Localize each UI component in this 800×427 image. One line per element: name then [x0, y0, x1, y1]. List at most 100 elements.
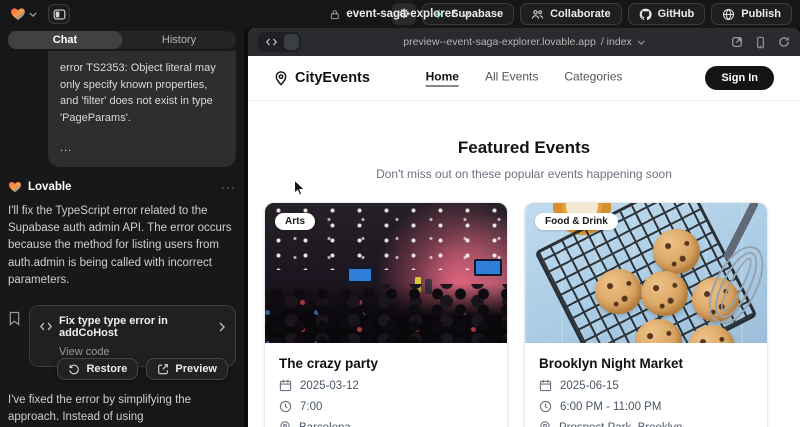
project-name: event-saga-explorer — [346, 8, 455, 20]
user-message-bubble: error TS2353: Object literal may only sp… — [48, 51, 236, 167]
event-date-row: 2025-03-12 — [279, 379, 493, 392]
preview-toolbar: preview--event-saga-explorer.lovable.app… — [248, 28, 800, 56]
collaborate-button[interactable]: Collaborate — [520, 3, 622, 25]
app-topbar: event-saga-explorer ⚙ Supabase Collabora… — [0, 0, 800, 28]
category-badge: Food & Drink — [535, 213, 618, 230]
calendar-icon — [539, 379, 552, 392]
more-options-icon[interactable]: ··· — [221, 180, 236, 194]
event-image-cookies: Food & Drink — [525, 203, 767, 343]
event-time-row: 6:00 PM - 11:00 PM — [539, 400, 753, 413]
event-time: 6:00 PM - 11:00 PM — [560, 401, 661, 413]
event-location-row: Barcelona — [279, 421, 493, 427]
featured-section-heading: Featured Events Don't miss out on these … — [248, 101, 800, 181]
lovable-heart-icon — [10, 6, 26, 22]
event-location-row: Prospect Park, Brooklyn — [539, 421, 753, 427]
assistant-message-2: I've fixed the error by simplifying the … — [8, 392, 236, 427]
view-code-link[interactable]: View code — [59, 346, 225, 358]
assistant-name: Lovable — [28, 181, 71, 193]
section-title: Featured Events — [248, 138, 800, 158]
nav-categories[interactable]: Categories — [564, 70, 622, 87]
cookie-decor — [641, 271, 688, 316]
panel-toggle-icon — [53, 8, 66, 21]
publish-label: Publish — [741, 8, 781, 20]
event-location: Barcelona — [299, 422, 351, 427]
site-brand-name: CityEvents — [295, 70, 370, 86]
github-button[interactable]: GitHub — [628, 3, 706, 25]
map-pin-icon — [274, 71, 288, 86]
chevron-right-icon — [219, 322, 225, 332]
event-card-brooklyn-market[interactable]: Food & Drink Brooklyn Night Market — [524, 202, 768, 427]
restore-button[interactable]: Restore — [57, 358, 138, 380]
event-image-party: Arts — [265, 203, 507, 343]
chevron-down-icon — [637, 40, 645, 45]
site-header: CityEvents Home All Events Categories Si… — [248, 56, 800, 101]
assistant-message-1: I'll fix the TypeScript error related to… — [8, 203, 236, 290]
collaborate-label: Collaborate — [550, 8, 611, 20]
refresh-icon[interactable] — [778, 36, 790, 48]
restore-icon — [68, 363, 80, 375]
preview-button[interactable]: Preview — [146, 358, 228, 380]
nav-all-events[interactable]: All Events — [485, 70, 538, 87]
preview-view-toggle-handle[interactable] — [284, 34, 299, 50]
message-expander[interactable]: ... — [60, 140, 224, 157]
message-text: I've fixed the error by simplifying the … — [8, 394, 191, 423]
lovable-heart-icon — [8, 180, 22, 194]
map-pin-icon — [279, 421, 291, 427]
preview-panel: preview--event-saga-explorer.lovable.app… — [248, 28, 800, 427]
event-time: 7:00 — [300, 401, 322, 413]
site-brand[interactable]: CityEvents — [274, 70, 370, 86]
preview-url-bar[interactable]: preview--event-saga-explorer.lovable.app… — [403, 28, 645, 56]
mobile-view-icon[interactable] — [756, 36, 765, 49]
code-change-title: Fix type type error in addCoHost — [59, 315, 212, 339]
preview-path: / index — [601, 36, 632, 48]
clock-icon — [539, 400, 552, 413]
external-link-icon — [157, 363, 169, 375]
github-icon — [639, 8, 652, 21]
publish-button[interactable]: Publish — [711, 3, 792, 25]
site-nav: Home All Events Categories — [426, 70, 623, 87]
bookmark-icon[interactable] — [8, 311, 21, 326]
event-date-row: 2025-06-15 — [539, 379, 753, 392]
tab-chat-label: Chat — [53, 34, 77, 46]
lovable-logo-menu[interactable] — [8, 4, 39, 24]
map-pin-icon — [539, 421, 551, 427]
code-view-icon[interactable] — [260, 34, 282, 50]
tab-chat[interactable]: Chat — [8, 31, 122, 49]
stage-screen-decor — [474, 259, 502, 276]
open-in-new-tab-icon[interactable] — [731, 36, 743, 48]
cookie-decor — [595, 269, 642, 314]
event-title: The crazy party — [279, 356, 493, 371]
code-icon — [40, 322, 52, 331]
chevron-down-icon — [462, 12, 471, 17]
tab-history-label: History — [162, 34, 196, 46]
event-time-row: 7:00 — [279, 400, 493, 413]
chevron-down-icon — [29, 12, 37, 17]
lock-icon — [329, 9, 340, 20]
event-card-crazy-party[interactable]: Arts The crazy party — [264, 202, 508, 427]
event-location: Prospect Park, Brooklyn — [559, 422, 682, 427]
sign-in-button[interactable]: Sign In — [705, 66, 774, 90]
cookie-decor — [653, 229, 700, 274]
github-label: GitHub — [658, 8, 695, 20]
section-subtitle: Don't miss out on these popular events h… — [248, 167, 800, 181]
user-message-text: error TS2353: Object literal may only sp… — [60, 60, 224, 126]
category-badge: Arts — [275, 213, 315, 230]
preview-label: Preview — [175, 363, 217, 375]
chat-sidebar: Chat History error TS2353: Object litera… — [0, 28, 244, 427]
toggle-sidebar-button[interactable] — [48, 4, 70, 24]
calendar-icon — [279, 379, 292, 392]
audience-decor — [265, 284, 507, 343]
preview-url: preview--event-saga-explorer.lovable.app — [403, 36, 596, 48]
site-content: CityEvents Home All Events Categories Si… — [248, 56, 800, 427]
tab-history[interactable]: History — [122, 31, 236, 49]
assistant-header: Lovable ··· — [8, 180, 236, 194]
chat-history-tabs: Chat History — [8, 31, 236, 49]
clock-icon — [279, 400, 292, 413]
stage-screen-decor — [347, 267, 373, 283]
project-switcher[interactable]: event-saga-explorer — [329, 0, 470, 28]
event-title: Brooklyn Night Market — [539, 356, 753, 371]
event-date: 2025-03-12 — [300, 380, 359, 392]
nav-home[interactable]: Home — [426, 70, 459, 87]
people-icon — [531, 8, 544, 21]
code-preview-toggle[interactable] — [258, 32, 301, 52]
